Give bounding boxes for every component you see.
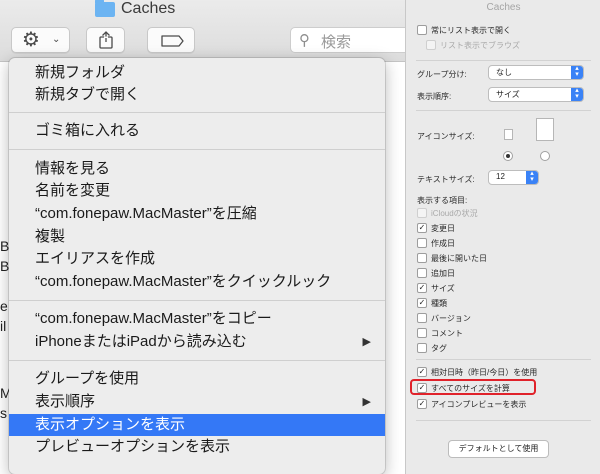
file-list-fragment: s [0,405,7,421]
column-date-created-label: 作成日 [431,239,455,248]
menu-item-import-from-iphone[interactable]: iPhoneまたはiPadから読み込む ▶ [9,331,385,353]
action-button[interactable]: ⚙ ⌄ [11,27,70,53]
column-comments-checkbox[interactable] [417,328,427,338]
search-placeholder: 検索 [321,34,352,51]
popup-stepper-icon: ▴ ▾ [571,87,583,101]
file-list-fragment: B [0,238,10,254]
text-size-label: テキストサイズ: [417,175,475,184]
column-tags-label: タグ [431,344,447,353]
menu-item-rename[interactable]: 名前を変更 [9,180,385,202]
file-list-fragment: B [0,258,10,274]
share-icon [99,31,113,49]
text-size-popup[interactable]: 12 ▴ ▾ [488,170,539,185]
sort-by-popup[interactable]: サイズ ▴ ▾ [488,87,584,102]
column-date-modified-label: 変更日 [431,224,455,233]
menu-item-label: 表示順序 [35,393,96,410]
column-tags-checkbox[interactable] [417,343,427,353]
relative-dates-checkbox[interactable]: ✓ [417,367,427,377]
small-icon-size-icon [504,129,513,140]
menu-item-make-alias[interactable]: エイリアスを作成 [9,248,385,270]
menu-separator [9,112,385,113]
always-list-view-checkbox[interactable] [417,25,427,35]
chevron-down-icon: ⌄ [52,34,61,45]
use-as-defaults-button[interactable]: デフォルトとして使用 [448,440,549,458]
panel-divider [416,110,591,111]
menu-item-sort-by[interactable]: 表示順序 ▶ [9,391,385,413]
text-size-value: 12 [496,172,505,181]
column-date-created-checkbox[interactable] [417,238,427,248]
column-kind-label: 種類 [431,299,447,308]
always-list-view-label: 常にリスト表示で開く [431,26,511,35]
panel-divider [416,420,591,421]
menu-separator [9,360,385,361]
folder-icon [95,0,115,17]
column-version-label: バージョン [431,314,471,323]
search-field[interactable]: ⚲ 検索 [290,27,405,53]
show-columns-label: 表示する項目: [417,196,468,205]
menu-item-duplicate[interactable]: 複製 [9,226,385,248]
column-kind-checkbox[interactable]: ✓ [417,298,427,308]
column-size-label: サイズ [431,284,455,293]
column-date-modified-checkbox[interactable]: ✓ [417,223,427,233]
icon-preview-checkbox[interactable]: ✓ [417,399,427,409]
column-comments-label: コメント [431,329,463,338]
menu-item-copy[interactable]: “com.fonepaw.MacMaster”をコピー [9,308,385,330]
panel-divider [416,359,591,360]
relative-dates-label: 相対日時（昨日/今日）を使用 [431,368,538,377]
menu-separator [9,300,385,301]
menu-item-label: iPhoneまたはiPadから読み込む [35,333,247,350]
tag-button[interactable] [147,27,195,53]
icon-preview-label: アイコンプレビューを表示 [431,400,527,409]
column-date-last-opened-checkbox[interactable] [417,253,427,263]
window-title: Caches [121,0,176,17]
menu-item-compress[interactable]: “com.fonepaw.MacMaster”を圧縮 [9,203,385,225]
group-by-value: なし [496,68,512,77]
browse-list-view-checkbox[interactable] [426,40,436,50]
finder-toolbar: Caches ⚙ ⌄ ⚲ 検索 [0,0,405,62]
popup-stepper-icon: ▴ ▾ [571,65,583,79]
browse-list-view-label: リスト表示でブラウズ [440,41,520,50]
menu-item-open-in-new-tab[interactable]: 新規タブで開く [9,84,385,106]
column-date-last-opened-label: 最後に開いた日 [431,254,487,263]
submenu-arrow-icon: ▶ [362,396,371,408]
menu-item-show-preview-options[interactable]: プレビューオプションを表示 [9,436,385,458]
gear-icon: ⚙ [22,29,40,51]
sort-by-label: 表示順序: [417,92,452,101]
context-menu: 新規フォルダ 新規タブで開く ゴミ箱に入れる 情報を見る 名前を変更 “com.… [9,58,385,474]
view-options-panel: Caches 常にリスト表示で開く リスト表示でブラウズ グループ分け: なし … [405,0,600,474]
menu-separator [9,149,385,150]
column-icloud-label: iCloudの状況 [431,209,478,218]
file-list-fragment: il [0,318,7,334]
large-icon-radio[interactable] [540,151,550,161]
small-icon-radio[interactable] [503,151,513,161]
column-version-checkbox[interactable] [417,313,427,323]
file-list-fragment: e [0,298,8,314]
submenu-arrow-icon: ▶ [362,336,371,348]
menu-item-get-info[interactable]: 情報を見る [9,158,385,180]
group-by-label: グループ分け: [417,70,467,79]
annotation-highlight-box [410,379,536,395]
popup-stepper-icon: ▴ ▾ [526,170,538,184]
large-icon-size-icon [536,118,554,141]
share-button[interactable] [86,27,125,53]
sort-by-value: サイズ [496,90,520,99]
menu-item-move-to-trash[interactable]: ゴミ箱に入れる [9,120,385,142]
menu-item-use-groups[interactable]: グループを使用 [9,368,385,390]
column-date-added-checkbox[interactable] [417,268,427,278]
panel-title: Caches [486,2,521,13]
menu-item-quick-look[interactable]: “com.fonepaw.MacMaster”をクイックルック [9,271,385,293]
column-icloud-checkbox[interactable] [417,208,427,218]
menu-item-show-view-options[interactable]: 表示オプションを表示 [9,414,385,436]
search-icon: ⚲ [299,32,310,49]
tag-icon [161,35,184,47]
icon-size-label: アイコンサイズ: [417,132,475,141]
group-by-popup[interactable]: なし ▴ ▾ [488,65,584,80]
column-size-checkbox[interactable]: ✓ [417,283,427,293]
panel-divider [416,60,591,61]
column-date-added-label: 追加日 [431,269,455,278]
menu-item-new-folder[interactable]: 新規フォルダ [9,62,385,84]
